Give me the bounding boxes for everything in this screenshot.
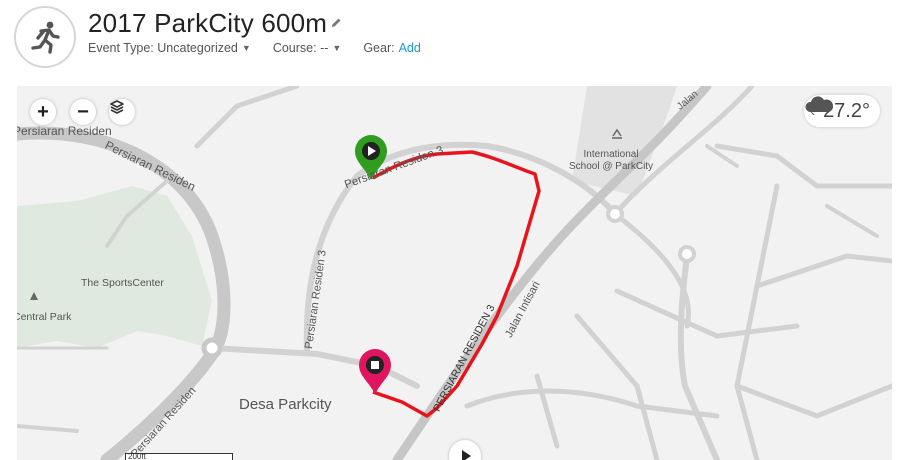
edit-pencil-icon[interactable] — [330, 16, 342, 34]
course-label: Course: — [272, 41, 317, 55]
zoom-in-button[interactable]: + — [30, 99, 56, 125]
event-type-value: Uncategorized — [157, 41, 238, 55]
end-pin-icon[interactable] — [357, 348, 393, 396]
gear-label: Gear: — [363, 41, 395, 55]
weather-widget[interactable]: ‹ 27.2° — [804, 95, 880, 127]
map-label-sportscenter: The SportsCenter — [81, 277, 164, 289]
play-icon — [462, 450, 471, 460]
event-type-dropdown[interactable]: Event Type: Uncategorized ▼ — [88, 41, 251, 55]
map-canvas[interactable] — [17, 86, 892, 460]
course-dropdown[interactable]: Course: -- ▼ — [273, 41, 342, 55]
cloud-icon — [805, 96, 834, 112]
map-label-desa-parkcity: Desa Parkcity — [239, 396, 332, 413]
park-area — [17, 186, 212, 348]
zoom-out-button[interactable]: − — [70, 99, 96, 125]
map-label-central-park: Central Park — [17, 311, 72, 323]
gear-field: Gear: Add — [363, 41, 421, 55]
chevron-down-icon: ▼ — [241, 43, 251, 53]
map-scale-bar: 200ft — [125, 453, 233, 460]
layers-button[interactable] — [109, 99, 135, 125]
activity-avatar — [14, 6, 76, 68]
route-map[interactable]: Persiaran Residen Persiaran Residen Pers… — [17, 86, 892, 460]
map-label-school: International School @ ParkCity — [569, 149, 654, 172]
playback-button[interactable] — [449, 440, 481, 460]
map-label-persiaran-residen-top: Persiaran Residen — [17, 124, 112, 138]
add-gear-link[interactable]: Add — [399, 41, 421, 55]
course-value: -- — [320, 41, 329, 55]
running-person-icon — [31, 21, 60, 54]
activity-title: 2017 ParkCity 600m — [88, 8, 328, 38]
activity-meta: Event Type: Uncategorized ▼ Course: -- ▼ G… — [88, 41, 443, 55]
event-type-label: Event Type: — [88, 41, 154, 55]
layers-icon — [110, 100, 124, 114]
chevron-down-icon: ▼ — [332, 43, 342, 53]
